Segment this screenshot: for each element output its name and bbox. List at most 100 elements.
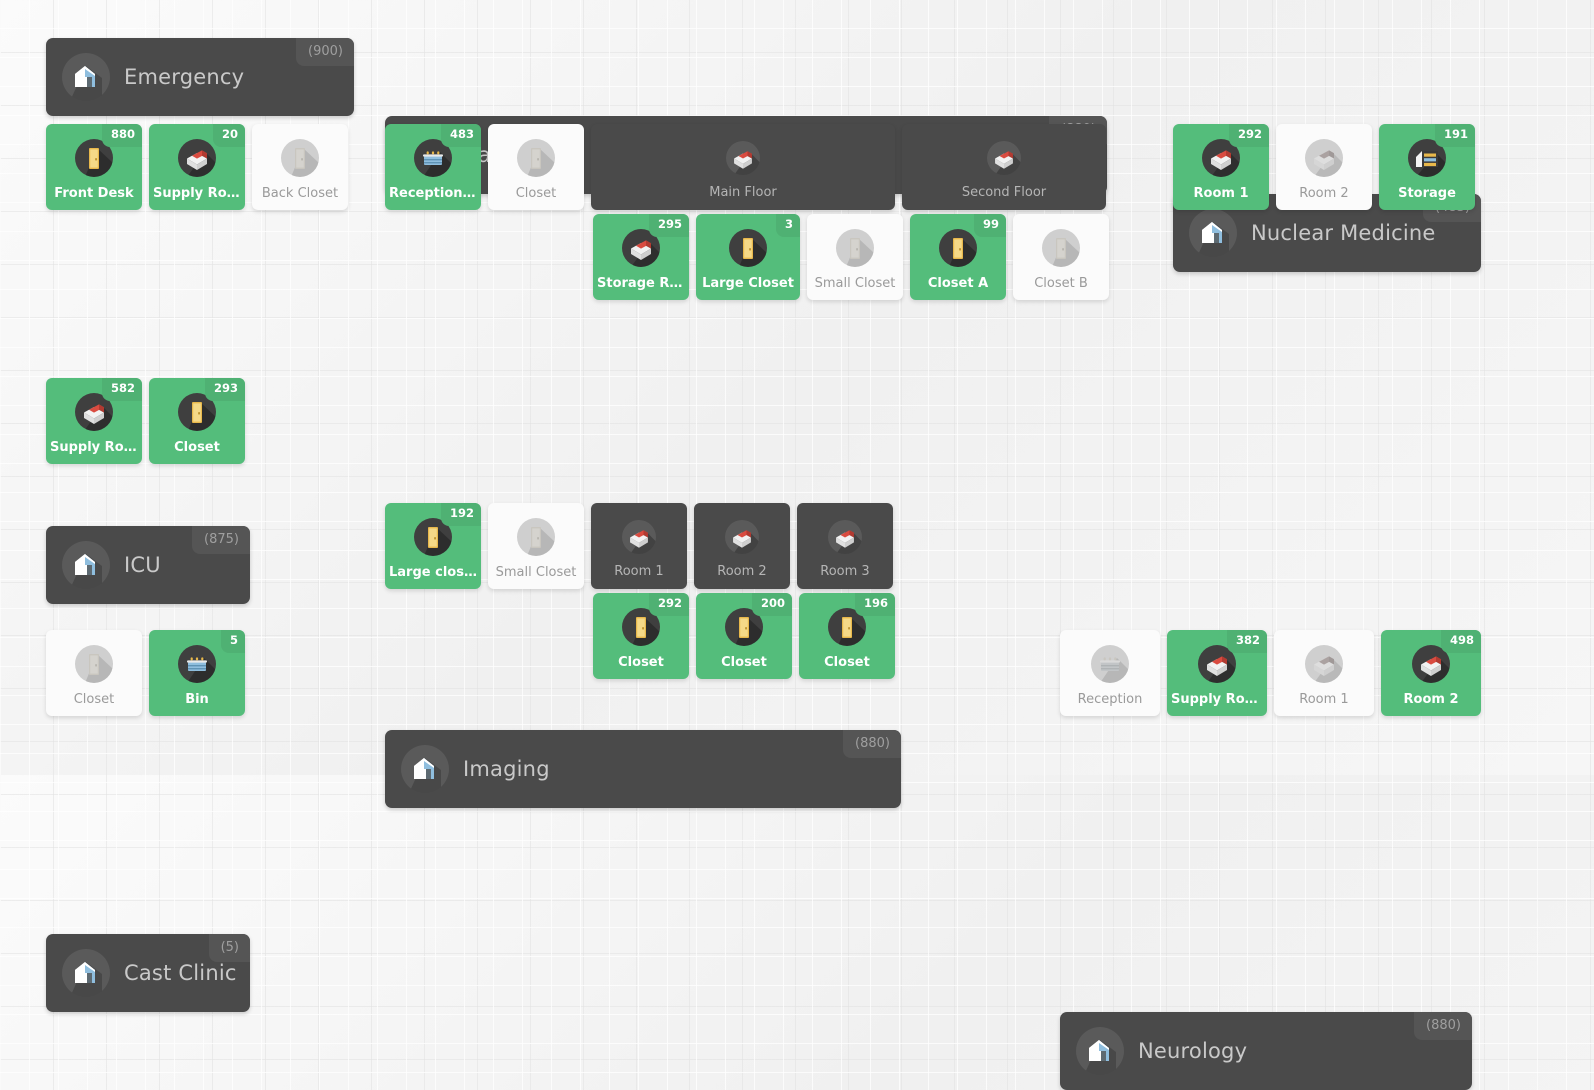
location-count-badge: 3 bbox=[775, 214, 800, 237]
location-tile[interactable]: Closet 292 bbox=[593, 593, 689, 679]
location-tile[interactable]: Closet bbox=[46, 630, 142, 716]
location-tile[interactable]: Main Floor bbox=[591, 124, 895, 210]
location-tile[interactable]: Storage 191 bbox=[1379, 124, 1475, 210]
location-label: Large Closet bbox=[702, 276, 794, 291]
package-icon bbox=[1305, 645, 1343, 683]
location-label: Room 1 bbox=[1299, 692, 1349, 707]
location-label: Reception De... bbox=[389, 186, 481, 201]
location-label: Supply Room bbox=[50, 440, 142, 455]
door-icon bbox=[517, 139, 555, 177]
department-header-cast-clinic[interactable]: Cast Clinic (5) bbox=[46, 934, 250, 1012]
location-count-badge: 382 bbox=[1226, 630, 1267, 653]
location-tile[interactable]: Supply Room 20 bbox=[149, 124, 245, 210]
location-tile[interactable]: Room 2 bbox=[694, 503, 790, 589]
department-name: Neurology bbox=[1138, 1039, 1248, 1063]
location-label: Large closet bbox=[389, 565, 479, 580]
department-header-icu[interactable]: ICU (875) bbox=[46, 526, 250, 604]
location-tile[interactable]: Closet 293 bbox=[149, 378, 245, 464]
location-label: Second Floor bbox=[961, 185, 1047, 200]
package-icon bbox=[178, 139, 216, 177]
door-icon bbox=[1042, 229, 1080, 267]
door-icon bbox=[75, 645, 113, 683]
location-label: Bin bbox=[185, 692, 209, 707]
package-icon bbox=[726, 141, 760, 175]
building-icon bbox=[62, 541, 110, 589]
location-label: Front Desk bbox=[54, 186, 134, 201]
location-label: Closet bbox=[721, 655, 767, 670]
location-tile[interactable]: Small Closet bbox=[807, 214, 903, 300]
package-icon bbox=[987, 141, 1021, 175]
location-label: Room 2 bbox=[1299, 186, 1349, 201]
package-icon bbox=[987, 141, 1021, 175]
location-tile[interactable]: Storage Room 295 bbox=[593, 214, 689, 300]
building-icon bbox=[62, 949, 110, 997]
location-tile[interactable]: Reception De... 483 bbox=[385, 124, 481, 210]
department-count-badge: (880) bbox=[843, 730, 901, 758]
department-count-badge: (875) bbox=[192, 526, 250, 554]
location-tile[interactable]: Room 2 498 bbox=[1381, 630, 1481, 716]
reception-desk-icon bbox=[1091, 645, 1129, 683]
location-label: Main Floor bbox=[709, 185, 777, 200]
door-icon bbox=[517, 518, 555, 556]
door-icon bbox=[517, 139, 555, 177]
location-tile[interactable]: Small Closet bbox=[488, 503, 584, 589]
tile-row-imaging-1: Closet 292 Closet 200 Closet 196 bbox=[593, 593, 902, 679]
location-tile[interactable]: Large closet 192 bbox=[385, 503, 481, 589]
department-name: Emergency bbox=[124, 65, 245, 89]
department-header-imaging[interactable]: Imaging (880) bbox=[385, 730, 901, 808]
location-label: Room 2 bbox=[1403, 692, 1459, 707]
location-tile[interactable]: Room 1 bbox=[591, 503, 687, 589]
location-label: Room 1 bbox=[614, 564, 664, 579]
location-count-badge: 20 bbox=[212, 124, 245, 147]
location-label: Closet B bbox=[1034, 276, 1088, 291]
department-count-badge: (880) bbox=[1414, 1012, 1472, 1040]
department-count-badge: (900) bbox=[296, 38, 354, 66]
package-icon bbox=[828, 520, 862, 554]
location-label: Closet bbox=[824, 655, 870, 670]
tile-row-nuclear-medicine-0: Room 1 292 Room 2 Storage 191 bbox=[1173, 124, 1482, 210]
location-tile[interactable]: Closet 200 bbox=[696, 593, 792, 679]
location-tile[interactable]: Back Closet bbox=[252, 124, 348, 210]
location-tile[interactable]: Closet bbox=[488, 124, 584, 210]
location-tile[interactable]: Closet B bbox=[1013, 214, 1109, 300]
package-icon bbox=[1305, 645, 1343, 683]
door-icon bbox=[517, 518, 555, 556]
location-tile[interactable]: Large Closet 3 bbox=[696, 214, 800, 300]
location-tile[interactable]: Room 3 bbox=[797, 503, 893, 589]
location-label: Storage Room bbox=[597, 276, 689, 291]
location-tile[interactable]: Closet A 99 bbox=[910, 214, 1006, 300]
tile-row-cardiology-1: Storage Room 295 Large Closet 3 Small Clos… bbox=[593, 214, 1116, 300]
location-tile[interactable]: Front Desk 880 bbox=[46, 124, 142, 210]
location-tile[interactable]: Room 2 bbox=[1276, 124, 1372, 210]
department-name: Cast Clinic bbox=[124, 961, 237, 985]
location-label: Supply Room bbox=[153, 186, 245, 201]
department-header-neurology[interactable]: Neurology (880) bbox=[1060, 1012, 1472, 1090]
package-icon bbox=[828, 520, 862, 554]
door-icon bbox=[729, 229, 767, 267]
location-label: Room 2 bbox=[717, 564, 767, 579]
location-count-badge: 191 bbox=[1434, 124, 1475, 147]
location-tile[interactable]: Bin 5 bbox=[149, 630, 245, 716]
reception-desk-icon bbox=[1091, 645, 1129, 683]
tile-row-cast-clinic-0: Closet Bin 5 bbox=[46, 630, 252, 716]
department-header-emergency[interactable]: Emergency (900) bbox=[46, 38, 354, 116]
door-icon bbox=[1042, 229, 1080, 267]
location-count-badge: 292 bbox=[648, 593, 689, 616]
tile-row-icu-0: Supply Room 582 Closet 293 bbox=[46, 378, 252, 464]
department-count-badge: (5) bbox=[208, 934, 250, 962]
location-tile[interactable]: Room 1 292 bbox=[1173, 124, 1269, 210]
location-tile[interactable]: Supply Room 382 bbox=[1167, 630, 1267, 716]
door-icon bbox=[836, 229, 874, 267]
door-icon bbox=[75, 645, 113, 683]
location-tile[interactable]: Reception bbox=[1060, 630, 1160, 716]
location-tile[interactable]: Second Floor bbox=[902, 124, 1106, 210]
package-icon bbox=[725, 520, 759, 554]
location-tile[interactable]: Supply Room 582 bbox=[46, 378, 142, 464]
location-tile[interactable]: Room 1 bbox=[1274, 630, 1374, 716]
building-icon bbox=[1189, 209, 1237, 257]
building-icon bbox=[62, 949, 110, 997]
door-icon bbox=[836, 229, 874, 267]
tile-row-imaging-0: Large closet 192 Small Closet Room 1 Room… bbox=[385, 503, 900, 589]
building-icon bbox=[1189, 209, 1237, 257]
location-tile[interactable]: Closet 196 bbox=[799, 593, 895, 679]
